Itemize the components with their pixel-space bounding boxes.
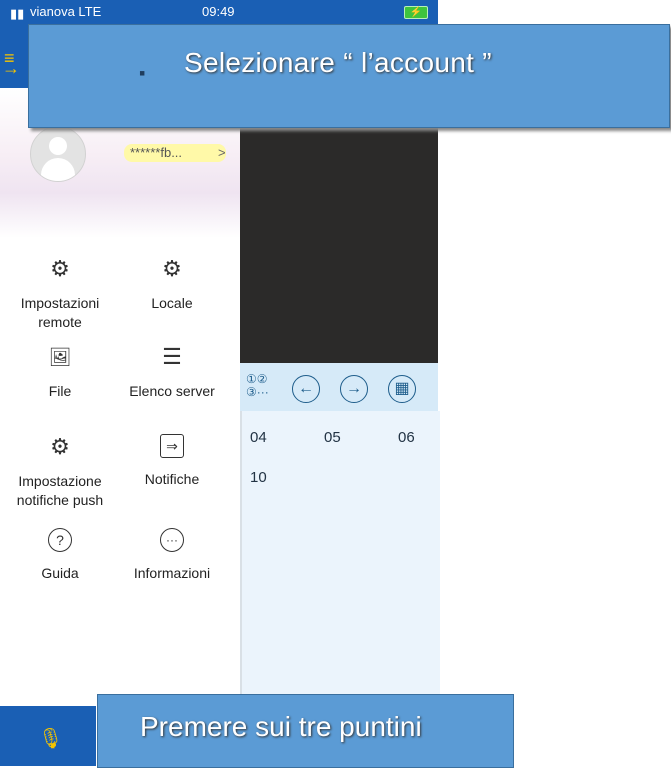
account-link[interactable]: ******fb... >: [124, 144, 226, 162]
avatar-body: [41, 158, 75, 181]
channel-item[interactable]: 10: [250, 469, 267, 486]
instruction-callout-bottom: Premere sui tre puntini: [97, 694, 514, 768]
signal-icon: ▮▮: [10, 6, 25, 21]
menu-item-info[interactable]: ··· Informazioni: [112, 528, 232, 583]
push-settings-icon: ⚙: [50, 434, 70, 459]
carrier-label: vianova LTE: [30, 4, 102, 19]
callout-text: Premere sui tre puntini: [140, 711, 422, 742]
local-settings-icon: ⚙: [162, 256, 182, 281]
menu-item-help[interactable]: ? Guida: [0, 528, 120, 583]
split-screen-top: ①②: [246, 372, 268, 386]
menu-item-label: Notifiche: [144, 471, 200, 487]
callout-text: Selezionare “ l’account ”: [184, 47, 492, 78]
next-arrow-icon[interactable]: →: [340, 375, 368, 403]
pointer-arrow-icon: →: [2, 58, 20, 78]
menu-item-file[interactable]: 🖼 File: [0, 344, 120, 401]
callout-bullet: ▪: [139, 63, 146, 83]
menu-item-label: File: [48, 383, 72, 399]
menu-item-label: Guida: [41, 565, 79, 581]
server-list-icon: ☰: [162, 344, 182, 369]
layout-grid-icon[interactable]: ▦: [388, 375, 416, 403]
menu-item-remote-settings[interactable]: ⚙ Impostazioni remote: [0, 256, 120, 332]
image-file-icon: 🖼: [48, 347, 72, 367]
menu-item-label: Locale: [151, 295, 193, 311]
account-name: ******fb...: [130, 145, 183, 160]
menu-item-label: Impostazioni remote: [20, 295, 100, 330]
playback-toolbar: ①② ③··· ← → ▦: [240, 363, 438, 411]
chevron-right-icon: >: [218, 145, 226, 160]
avatar-head: [49, 137, 67, 155]
menu-item-server-list[interactable]: ☰ Elenco server: [112, 344, 232, 401]
app-header-left: ≡ →: [0, 24, 28, 88]
video-preview[interactable]: [240, 128, 438, 363]
clock: 09:49: [202, 4, 235, 19]
channel-item[interactable]: 05: [324, 429, 341, 446]
channel-item[interactable]: 06: [398, 429, 415, 446]
split-screen-bottom: ③···: [246, 385, 269, 399]
bottom-bar: 🎙: [0, 706, 96, 766]
split-screen-icon[interactable]: ①② ③···: [246, 373, 269, 399]
help-icon: ?: [48, 528, 72, 552]
microphone-icon[interactable]: 🎙: [38, 726, 63, 751]
menu-item-label: Elenco server: [129, 383, 215, 399]
notifications-icon: ⇒: [160, 434, 184, 458]
side-drawer: ******fb... > ⚙ Impostazioni remote ⚙ Lo…: [0, 88, 240, 700]
instruction-callout-top: ▪ Selezionare “ l’account ”: [28, 24, 670, 128]
channel-item[interactable]: 04: [250, 429, 267, 446]
channel-list: 04 05 06 10: [240, 411, 440, 700]
menu-item-push-settings[interactable]: ⚙ Impostazione notifiche push: [0, 434, 120, 510]
menu-item-notifications[interactable]: ⇒ Notifiche: [112, 434, 232, 489]
status-bar: ▮▮ vianova LTE 09:49 ⚡: [0, 0, 438, 24]
battery-icon: ⚡: [404, 6, 428, 19]
avatar[interactable]: [30, 126, 86, 182]
previous-arrow-icon[interactable]: ←: [292, 375, 320, 403]
info-more-icon: ···: [160, 528, 184, 552]
menu-item-label: Informazioni: [133, 565, 211, 581]
menu-item-local[interactable]: ⚙ Locale: [112, 256, 232, 313]
menu-item-label: Impostazione notifiche push: [16, 473, 104, 508]
remote-settings-icon: ⚙: [50, 256, 70, 281]
